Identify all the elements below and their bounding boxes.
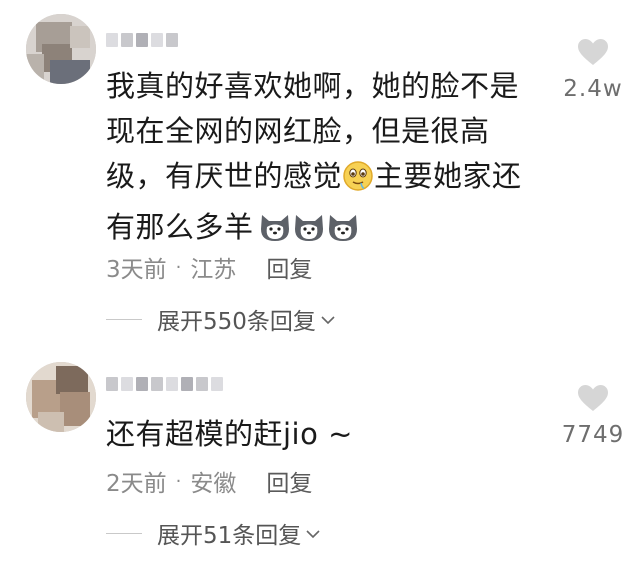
comment-text: 还有超模的赶jio ~: [106, 412, 546, 457]
expand-replies-label: 展开51条回复: [157, 523, 302, 549]
like-count: 7749: [561, 422, 625, 448]
comment-meta: 3天前 · 江苏 回复: [106, 250, 312, 284]
heart-icon: [577, 38, 609, 70]
expand-replies-button[interactable]: 展开550条回复: [106, 302, 336, 336]
like-count: 2.4w: [563, 76, 623, 102]
meta-separator: ·: [175, 470, 182, 492]
expand-replies-label: 展开550条回复: [157, 309, 316, 335]
comment-item: 还有超模的赶jio ~ 2天前 · 安徽 回复 展开51条回复 7749: [0, 350, 640, 566]
comment-meta: 2天前 · 安徽 回复: [106, 464, 312, 498]
reply-button[interactable]: 回复: [266, 464, 312, 498]
comment-text: 我真的好喜欢她啊，她的脸不是现在全网的网红脸，但是很高级，有厌世的感觉 主要她家…: [106, 64, 546, 256]
like-button[interactable]: 2.4w: [558, 38, 628, 102]
comment-item: 我真的好喜欢她啊，她的脸不是现在全网的网红脸，但是很高级，有厌世的感觉 主要她家…: [0, 0, 640, 340]
comment-location: 安徽: [190, 471, 237, 497]
comment-text-content: 还有超模的赶jio ~: [106, 417, 353, 451]
expand-replies-button[interactable]: 展开51条回复: [106, 516, 321, 550]
chevron-down-icon: [320, 306, 336, 332]
username-blurred[interactable]: [106, 30, 178, 50]
reply-button[interactable]: 回复: [266, 250, 312, 284]
comment-time: 2天前: [106, 471, 167, 497]
like-button[interactable]: 7749: [558, 384, 628, 448]
heart-icon: [577, 384, 609, 416]
avatar[interactable]: [26, 362, 96, 432]
comment-time: 3天前: [106, 257, 167, 283]
drooling-face-emoji: [342, 160, 374, 205]
expand-divider: [106, 318, 142, 320]
username-blurred[interactable]: [106, 374, 223, 394]
chevron-down-icon: [305, 520, 321, 546]
husky-emoji: [326, 211, 360, 256]
expand-divider: [106, 532, 142, 534]
comment-location: 江苏: [190, 257, 237, 283]
meta-separator: ·: [175, 256, 182, 278]
avatar[interactable]: [26, 14, 96, 84]
